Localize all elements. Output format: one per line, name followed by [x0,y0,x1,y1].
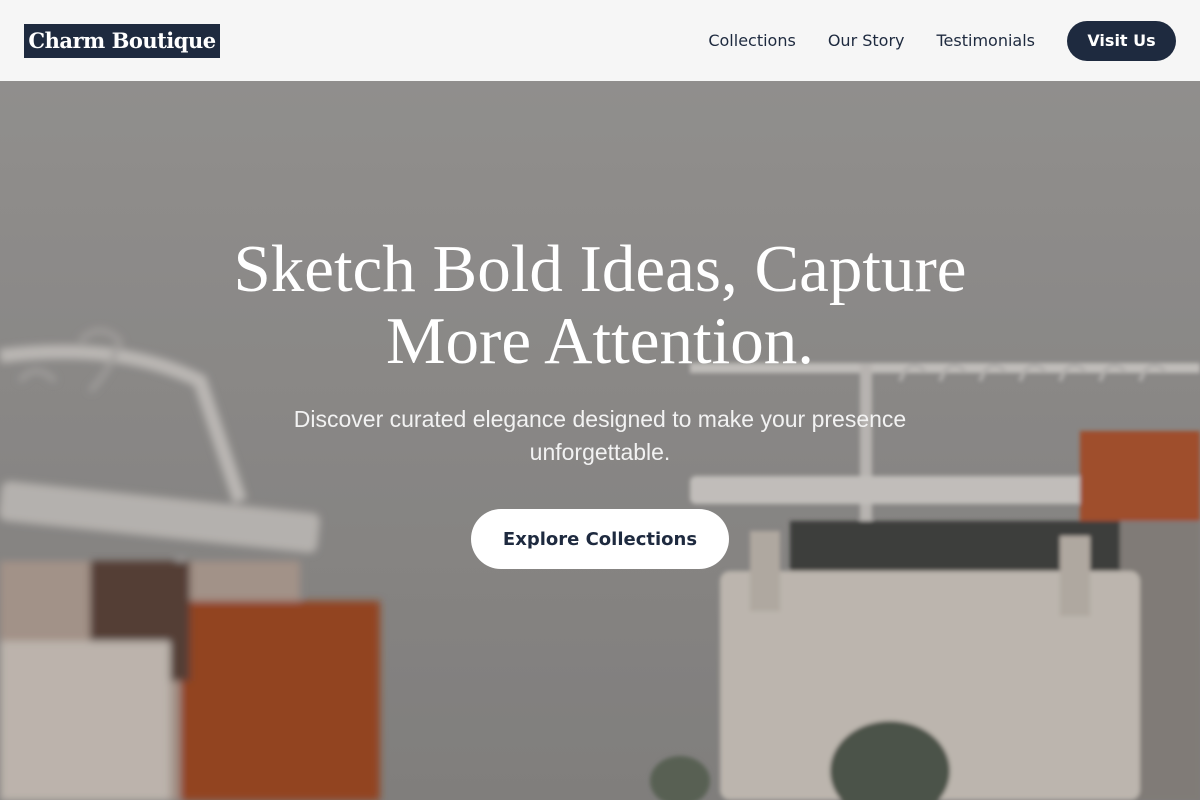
visit-us-button[interactable]: Visit Us [1067,20,1176,61]
nav-link-collections[interactable]: Collections [708,31,795,50]
site-header: Charm Boutique Collections Our Story Tes… [0,0,1200,81]
hero-section: Sketch Bold Ideas, Capture More Attentio… [0,81,1200,800]
explore-collections-button[interactable]: Explore Collections [471,509,729,569]
nav-link-our-story[interactable]: Our Story [828,31,905,50]
brand-logo[interactable]: Charm Boutique [24,23,220,58]
hero-subtitle: Discover curated elegance designed to ma… [293,406,907,465]
hero-title: Sketch Bold Ideas, Capture More Attentio… [233,232,967,378]
main-nav: Collections Our Story Testimonials Visit… [708,20,1176,61]
nav-link-testimonials[interactable]: Testimonials [937,31,1036,50]
hero-content: Sketch Bold Ideas, Capture More Attentio… [0,233,1200,569]
